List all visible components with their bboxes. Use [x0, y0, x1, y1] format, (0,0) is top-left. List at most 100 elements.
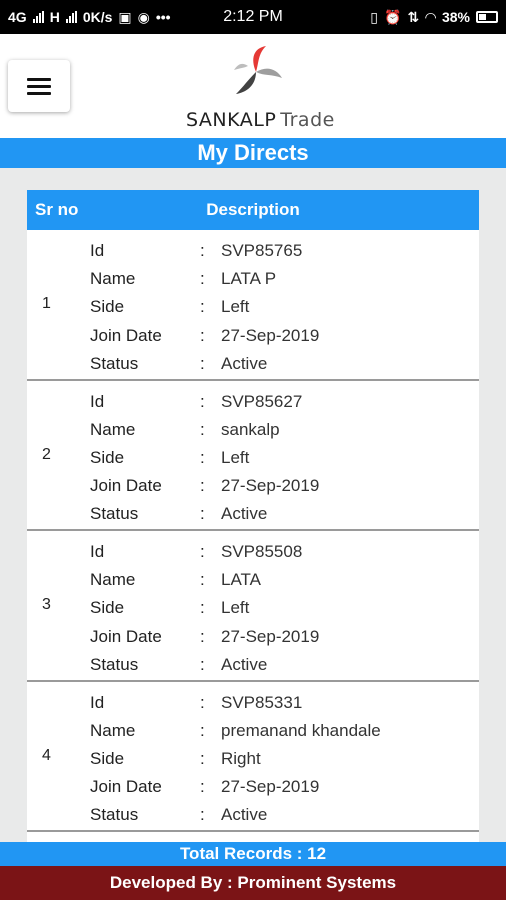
table-row: 3 Id: SVP85508 Name: LATA Side: Left Join D…	[27, 531, 479, 682]
label-side: Side	[90, 297, 125, 317]
field-join-date: Join Date:27-Sep-2019	[90, 623, 470, 651]
colon: :	[200, 626, 205, 646]
value-name: sankalp	[221, 419, 280, 439]
colon: :	[200, 269, 205, 289]
label-name: Name	[90, 570, 136, 590]
value-name: LATA	[221, 570, 261, 590]
brand-name: SANKALP Trade	[186, 109, 334, 131]
colon: :	[200, 720, 205, 740]
field-name: Name: premanand khandale	[90, 717, 470, 745]
value-join-date: 27-Sep-2019	[221, 476, 320, 496]
label-status: Status	[90, 353, 139, 373]
field-name: Name: LATA P	[90, 265, 470, 293]
value-status: Active	[221, 654, 268, 674]
label-status: Status	[90, 504, 139, 524]
table-row: 2 Id: SVP85627 Name: sankalp Side: Left Joi…	[27, 380, 479, 531]
field-join-date: Join Date:27-Sep-2019	[90, 322, 470, 350]
value-join-date: 27-Sep-2019	[221, 325, 320, 345]
signal-icon	[32, 11, 44, 23]
menu-button[interactable]	[8, 60, 70, 112]
colon: :	[200, 419, 205, 439]
app-header: SANKALP Trade	[0, 34, 506, 138]
value-side: Left	[221, 297, 250, 317]
field-status: Status: Active	[90, 350, 470, 378]
colon: :	[200, 353, 205, 373]
colon: :	[200, 504, 205, 524]
field-side: Side: Right	[90, 745, 470, 773]
field-id: Id: SVP85508	[90, 538, 470, 566]
field-id: Id: SVP85331	[90, 689, 470, 717]
colon: :	[200, 777, 205, 797]
label-join-date: Join Date	[90, 626, 162, 646]
label-id: Id	[90, 241, 105, 260]
colon: :	[200, 447, 205, 467]
field-id: Id: SVP85627	[90, 388, 470, 416]
data-icon: ⇅	[407, 8, 420, 25]
colon: :	[200, 598, 205, 618]
value-id: SVP85331	[221, 692, 303, 712]
table-header: Sr no Description	[27, 190, 479, 230]
label-side: Side	[90, 598, 125, 618]
battery-icon	[476, 11, 498, 23]
value-side: Right	[221, 748, 261, 768]
field-join-date: Join Date:27-Sep-2019	[90, 472, 470, 500]
label-name: Name	[90, 720, 136, 740]
label-join-date: Join Date	[90, 476, 162, 496]
field-name: Name: LATA	[90, 566, 470, 594]
value-side: Left	[221, 447, 250, 467]
field-side: Side: Left	[90, 444, 470, 472]
label-id: Id	[90, 542, 105, 561]
alarm-icon: ⏰	[384, 8, 402, 25]
table-row: 4 Id: SVP85331 Name: premanand khandale Si…	[27, 681, 479, 832]
row-details: Id: SVP85627 Name: sankalp Side: Left Join …	[90, 388, 470, 529]
field-side: Side: Left	[90, 594, 470, 622]
field-id: Id: SVP85765	[90, 237, 470, 265]
label-side: Side	[90, 447, 125, 467]
signal2-icon	[65, 11, 77, 23]
label-join-date: Join Date	[90, 325, 162, 345]
row-details: Id: SVP85331 Name: premanand khandale Side…	[90, 689, 470, 830]
network-label: 4G	[8, 9, 27, 25]
brand-text: SANKALP	[186, 109, 277, 131]
label-id: Id	[90, 391, 105, 411]
value-status: Active	[221, 805, 268, 825]
colon: :	[200, 748, 205, 768]
sr-number: 2	[42, 445, 51, 463]
row-details: Id: SVP85508 Name: LATA Side: Left Join Dat…	[90, 538, 470, 679]
field-join-date: Join Date:27-Sep-2019	[90, 773, 470, 801]
label-side: Side	[90, 748, 125, 768]
page-title: My Directs	[0, 138, 506, 168]
value-id: SVP85627	[221, 391, 303, 411]
colon: :	[200, 570, 205, 590]
battery-label: 38%	[441, 9, 470, 25]
vibrate-icon: ▯	[370, 8, 379, 25]
sr-number: 4	[42, 746, 51, 764]
wifi-icon: ◠	[425, 8, 436, 25]
network2-label: H	[49, 9, 60, 25]
speed-label: 0K/s	[82, 9, 113, 25]
field-status: Status: Active	[90, 500, 470, 528]
value-id: SVP85765	[221, 241, 303, 260]
colon: :	[200, 542, 205, 561]
value-name: LATA P	[221, 269, 277, 289]
status-left: 4G H 0K/s ▣ ◉ •••	[8, 9, 171, 26]
label-name: Name	[90, 419, 136, 439]
field-status: Status: Active	[90, 801, 470, 829]
colon: :	[200, 391, 205, 411]
value-name: premanand khandale	[221, 720, 381, 740]
value-join-date: 27-Sep-2019	[221, 777, 320, 797]
sr-number: 1	[42, 295, 51, 313]
colon: :	[200, 241, 205, 260]
sr-number: 3	[42, 596, 51, 614]
brand-logo: SANKALP Trade	[186, 44, 334, 131]
status-bar: 4G H 0K/s ▣ ◉ ••• 2:12 PM ▯ ⏰ ⇅ ◠ 38%	[0, 0, 506, 34]
value-join-date: 27-Sep-2019	[221, 626, 320, 646]
chrome-icon: ◉	[137, 8, 150, 25]
developer-footer: Developed By : Prominent Systems	[0, 866, 506, 900]
directs-table: Sr no Description 1 Id: SVP85765 Name: LAT…	[27, 190, 479, 842]
field-side: Side: Left	[90, 293, 470, 321]
colon: :	[200, 325, 205, 345]
column-header-description: Description	[206, 200, 300, 219]
label-name: Name	[90, 269, 136, 289]
value-side: Left	[221, 598, 250, 618]
